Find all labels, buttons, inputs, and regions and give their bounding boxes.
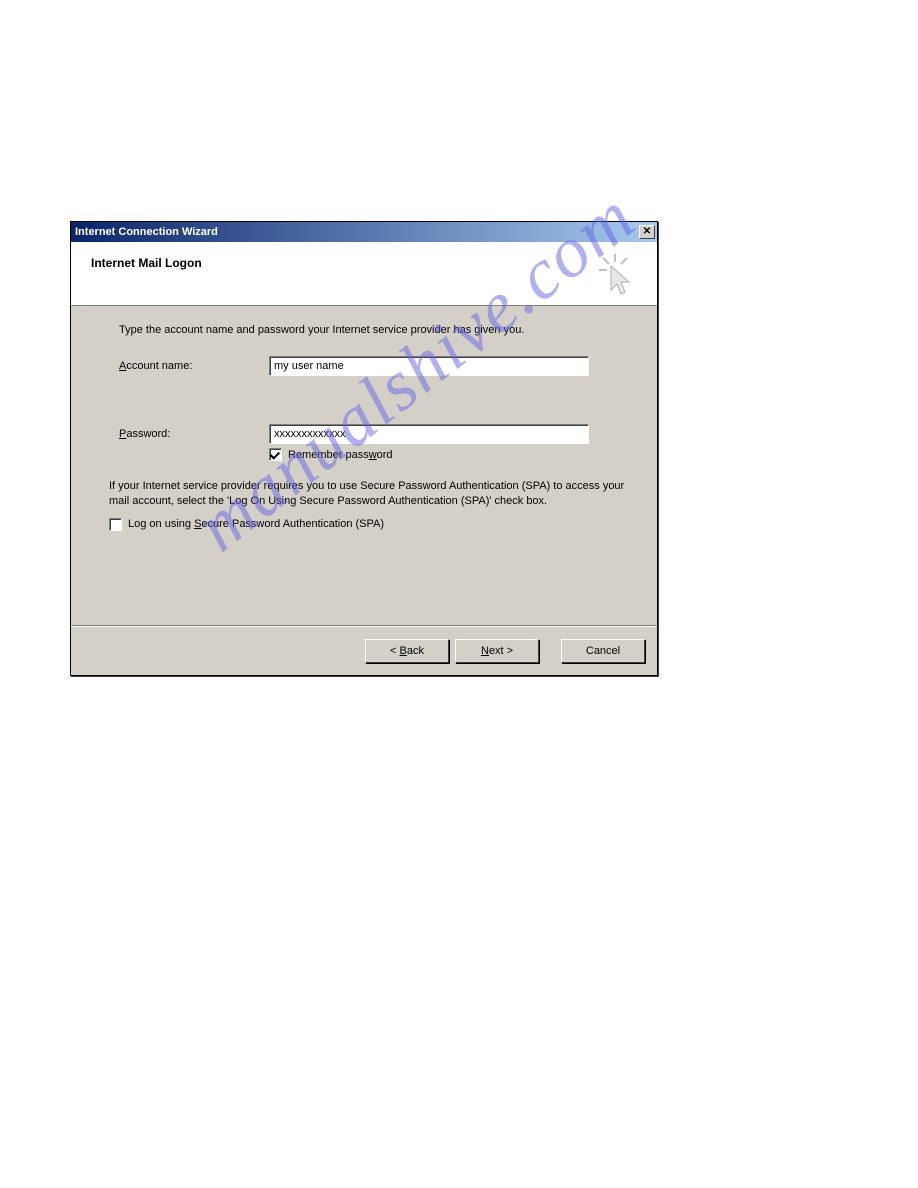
- cursor-icon: [597, 254, 633, 296]
- cancel-button[interactable]: Cancel: [561, 639, 645, 663]
- close-icon: ✕: [643, 227, 651, 237]
- wizard-dialog: Internet Connection Wizard ✕ Internet Ma…: [70, 221, 658, 676]
- spa-row: Log on using Secure Password Authenticat…: [109, 518, 629, 531]
- remember-password-label: Remember password: [288, 449, 393, 461]
- spa-label: Log on using Secure Password Authenticat…: [128, 518, 384, 530]
- password-label: Password:: [119, 428, 269, 440]
- remember-password-checkbox[interactable]: [269, 448, 282, 461]
- spa-description: If your Internet service provider requir…: [109, 479, 629, 510]
- instruction-text: Type the account name and password your …: [119, 324, 629, 336]
- spa-checkbox[interactable]: [109, 518, 122, 531]
- account-name-row: Account name:: [119, 356, 629, 376]
- page-title: Internet Mail Logon: [91, 256, 637, 270]
- next-button[interactable]: Next >: [455, 639, 539, 663]
- button-spacer: [545, 639, 555, 663]
- remember-password-row: Remember password: [269, 448, 629, 461]
- button-bar: < Back Next > Cancel: [71, 626, 657, 675]
- window-title: Internet Connection Wizard: [75, 226, 639, 238]
- back-button[interactable]: < Back: [365, 639, 449, 663]
- password-row: Password:: [119, 424, 629, 444]
- account-name-input[interactable]: [269, 356, 589, 376]
- header-band: Internet Mail Logon: [71, 242, 657, 306]
- account-name-label: Account name:: [119, 360, 269, 372]
- titlebar[interactable]: Internet Connection Wizard ✕: [71, 222, 657, 242]
- close-button[interactable]: ✕: [639, 225, 655, 239]
- password-input[interactable]: [269, 424, 589, 444]
- content-area: Type the account name and password your …: [71, 306, 657, 626]
